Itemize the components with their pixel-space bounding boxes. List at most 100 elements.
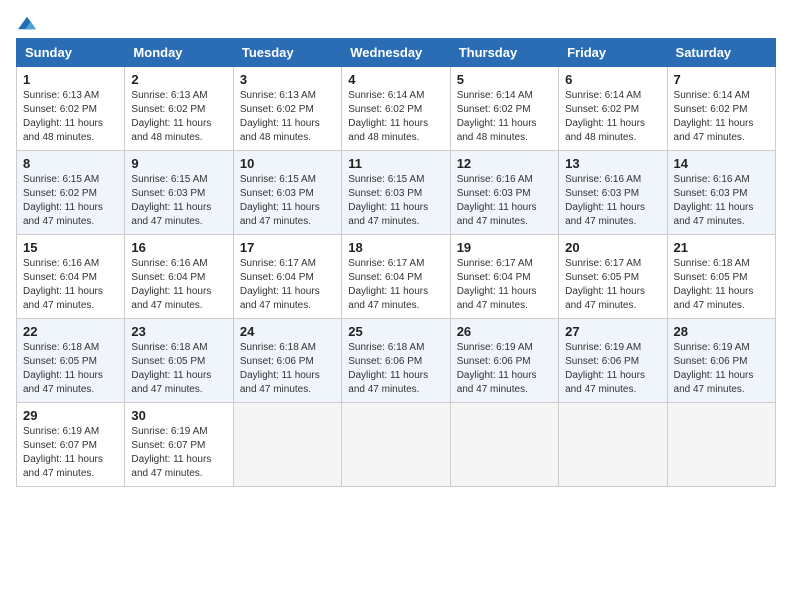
daylight-text: Daylight: 11 hours and 47 minutes. [565,370,645,395]
sunset-text: Sunset: 6:03 PM [674,188,748,199]
calendar-cell: 3 Sunrise: 6:13 AM Sunset: 6:02 PM Dayli… [233,67,341,151]
calendar-cell: 16 Sunrise: 6:16 AM Sunset: 6:04 PM Dayl… [125,235,233,319]
calendar-cell: 30 Sunrise: 6:19 AM Sunset: 6:07 PM Dayl… [125,403,233,487]
daylight-text: Daylight: 11 hours and 47 minutes. [131,286,211,311]
daylight-text: Daylight: 11 hours and 48 minutes. [565,118,645,143]
day-number: 6 [565,72,660,87]
calendar-cell: 21 Sunrise: 6:18 AM Sunset: 6:05 PM Dayl… [667,235,775,319]
day-number: 7 [674,72,769,87]
day-number: 11 [348,156,443,171]
day-number: 3 [240,72,335,87]
sunset-text: Sunset: 6:03 PM [131,188,205,199]
day-info: Sunrise: 6:16 AM Sunset: 6:03 PM Dayligh… [565,173,660,229]
day-number: 19 [457,240,552,255]
sunset-text: Sunset: 6:03 PM [565,188,639,199]
sunset-text: Sunset: 6:03 PM [457,188,531,199]
daylight-text: Daylight: 11 hours and 47 minutes. [23,454,103,479]
day-info: Sunrise: 6:13 AM Sunset: 6:02 PM Dayligh… [23,89,118,145]
sunrise-text: Sunrise: 6:14 AM [348,90,424,101]
sunrise-text: Sunrise: 6:14 AM [457,90,533,101]
calendar-header-monday: Monday [125,39,233,67]
day-info: Sunrise: 6:14 AM Sunset: 6:02 PM Dayligh… [674,89,769,145]
calendar-cell: 4 Sunrise: 6:14 AM Sunset: 6:02 PM Dayli… [342,67,450,151]
sunrise-text: Sunrise: 6:18 AM [240,342,316,353]
day-number: 15 [23,240,118,255]
day-info: Sunrise: 6:15 AM Sunset: 6:02 PM Dayligh… [23,173,118,229]
header [16,16,776,30]
sunset-text: Sunset: 6:04 PM [457,272,531,283]
sunrise-text: Sunrise: 6:14 AM [565,90,641,101]
sunrise-text: Sunrise: 6:18 AM [23,342,99,353]
sunset-text: Sunset: 6:06 PM [565,356,639,367]
sunrise-text: Sunrise: 6:16 AM [565,174,641,185]
sunset-text: Sunset: 6:02 PM [348,104,422,115]
day-info: Sunrise: 6:15 AM Sunset: 6:03 PM Dayligh… [240,173,335,229]
day-number: 1 [23,72,118,87]
sunset-text: Sunset: 6:02 PM [131,104,205,115]
daylight-text: Daylight: 11 hours and 47 minutes. [674,286,754,311]
calendar-header-friday: Friday [559,39,667,67]
sunrise-text: Sunrise: 6:14 AM [674,90,750,101]
daylight-text: Daylight: 11 hours and 48 minutes. [23,118,103,143]
daylight-text: Daylight: 11 hours and 47 minutes. [674,202,754,227]
day-info: Sunrise: 6:13 AM Sunset: 6:02 PM Dayligh… [240,89,335,145]
day-number: 21 [674,240,769,255]
calendar-header-wednesday: Wednesday [342,39,450,67]
sunset-text: Sunset: 6:05 PM [565,272,639,283]
day-info: Sunrise: 6:15 AM Sunset: 6:03 PM Dayligh… [348,173,443,229]
sunset-text: Sunset: 6:07 PM [131,440,205,451]
calendar-cell: 25 Sunrise: 6:18 AM Sunset: 6:06 PM Dayl… [342,319,450,403]
day-number: 10 [240,156,335,171]
day-number: 22 [23,324,118,339]
calendar-cell: 8 Sunrise: 6:15 AM Sunset: 6:02 PM Dayli… [17,151,125,235]
sunset-text: Sunset: 6:02 PM [674,104,748,115]
calendar-cell: 1 Sunrise: 6:13 AM Sunset: 6:02 PM Dayli… [17,67,125,151]
sunrise-text: Sunrise: 6:18 AM [348,342,424,353]
daylight-text: Daylight: 11 hours and 47 minutes. [131,370,211,395]
day-info: Sunrise: 6:19 AM Sunset: 6:07 PM Dayligh… [131,425,226,481]
day-info: Sunrise: 6:19 AM Sunset: 6:07 PM Dayligh… [23,425,118,481]
sunrise-text: Sunrise: 6:17 AM [240,258,316,269]
daylight-text: Daylight: 11 hours and 47 minutes. [23,370,103,395]
calendar-cell: 10 Sunrise: 6:15 AM Sunset: 6:03 PM Dayl… [233,151,341,235]
calendar-cell: 15 Sunrise: 6:16 AM Sunset: 6:04 PM Dayl… [17,235,125,319]
day-number: 13 [565,156,660,171]
sunset-text: Sunset: 6:06 PM [457,356,531,367]
day-info: Sunrise: 6:18 AM Sunset: 6:05 PM Dayligh… [674,257,769,313]
sunrise-text: Sunrise: 6:19 AM [674,342,750,353]
sunset-text: Sunset: 6:04 PM [348,272,422,283]
calendar-header-row: SundayMondayTuesdayWednesdayThursdayFrid… [17,39,776,67]
sunset-text: Sunset: 6:02 PM [457,104,531,115]
calendar-week-2: 8 Sunrise: 6:15 AM Sunset: 6:02 PM Dayli… [17,151,776,235]
day-number: 24 [240,324,335,339]
sunset-text: Sunset: 6:04 PM [240,272,314,283]
sunset-text: Sunset: 6:06 PM [674,356,748,367]
day-info: Sunrise: 6:17 AM Sunset: 6:04 PM Dayligh… [348,257,443,313]
day-number: 27 [565,324,660,339]
day-info: Sunrise: 6:17 AM Sunset: 6:04 PM Dayligh… [240,257,335,313]
day-number: 23 [131,324,226,339]
sunset-text: Sunset: 6:04 PM [23,272,97,283]
sunrise-text: Sunrise: 6:16 AM [674,174,750,185]
day-number: 20 [565,240,660,255]
daylight-text: Daylight: 11 hours and 47 minutes. [240,370,320,395]
sunrise-text: Sunrise: 6:13 AM [131,90,207,101]
calendar-cell: 11 Sunrise: 6:15 AM Sunset: 6:03 PM Dayl… [342,151,450,235]
calendar-cell: 26 Sunrise: 6:19 AM Sunset: 6:06 PM Dayl… [450,319,558,403]
sunrise-text: Sunrise: 6:18 AM [131,342,207,353]
day-number: 18 [348,240,443,255]
calendar-cell: 29 Sunrise: 6:19 AM Sunset: 6:07 PM Dayl… [17,403,125,487]
calendar-header-sunday: Sunday [17,39,125,67]
calendar-cell [342,403,450,487]
sunrise-text: Sunrise: 6:16 AM [131,258,207,269]
day-info: Sunrise: 6:14 AM Sunset: 6:02 PM Dayligh… [457,89,552,145]
daylight-text: Daylight: 11 hours and 47 minutes. [565,286,645,311]
day-info: Sunrise: 6:16 AM Sunset: 6:03 PM Dayligh… [674,173,769,229]
sunrise-text: Sunrise: 6:17 AM [565,258,641,269]
sunset-text: Sunset: 6:02 PM [240,104,314,115]
sunrise-text: Sunrise: 6:17 AM [457,258,533,269]
calendar-cell: 14 Sunrise: 6:16 AM Sunset: 6:03 PM Dayl… [667,151,775,235]
sunrise-text: Sunrise: 6:19 AM [23,426,99,437]
daylight-text: Daylight: 11 hours and 47 minutes. [457,370,537,395]
sunset-text: Sunset: 6:06 PM [240,356,314,367]
